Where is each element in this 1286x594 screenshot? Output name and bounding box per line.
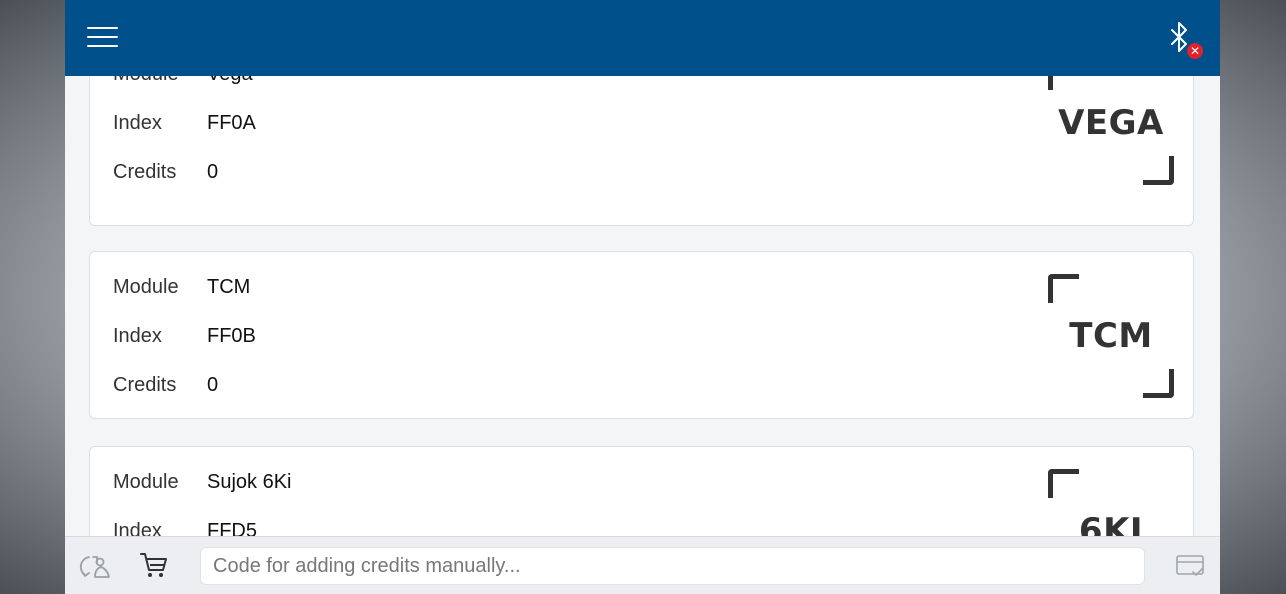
- credits-value: 0: [207, 374, 219, 396]
- credits-value: 0: [207, 161, 219, 183]
- index-row: Index FF0A: [113, 110, 256, 136]
- module-card-vega[interactable]: ModuleVega Index FF0A Credits 0 VEGA: [89, 76, 1194, 226]
- index-value: FFD5: [207, 520, 257, 536]
- sync-button[interactable]: [79, 551, 113, 581]
- module-row: Module TCM: [113, 274, 250, 300]
- apply-code-button[interactable]: [1175, 553, 1207, 579]
- module-row: Module Sujok 6Ki: [113, 469, 292, 495]
- menu-button[interactable]: [87, 25, 119, 49]
- credits-row: Credits 0: [113, 159, 218, 185]
- module-label: Module: [113, 471, 179, 493]
- module-card-tcm[interactable]: Module TCM Index FF0B Credits 0 TCM: [89, 251, 1194, 419]
- index-label: Index: [113, 520, 162, 536]
- index-label: Index: [113, 112, 162, 134]
- module-card-sujok[interactable]: Module Sujok 6Ki Index FFD5 6KI: [89, 446, 1194, 536]
- bottom-toolbar: [65, 536, 1220, 594]
- app-window: ✕ ModuleVega IndexFF0A Credits0 VEGA Mod…: [65, 0, 1220, 594]
- error-x-icon: ✕: [1187, 43, 1203, 59]
- index-row: Index FFD5: [113, 518, 257, 536]
- cart-button[interactable]: [139, 550, 169, 580]
- module-logo-text: 6KI: [1078, 511, 1144, 536]
- index-label: Index: [113, 325, 162, 347]
- module-value: Sujok 6Ki: [207, 471, 292, 493]
- module-logo: 6KI: [1048, 469, 1174, 536]
- index-value: FF0B: [207, 325, 256, 347]
- module-logo: VEGA: [1048, 76, 1174, 185]
- cart-icon: [140, 553, 167, 577]
- module-row: ModuleVega: [113, 76, 253, 87]
- credits-label: Credits: [113, 161, 177, 183]
- credits-row: Credits 0: [113, 372, 218, 398]
- module-list[interactable]: ModuleVega IndexFF0A Credits0 VEGA Modul…: [65, 76, 1220, 536]
- module-value: TCM: [207, 276, 251, 298]
- index-value: FF0A: [207, 112, 256, 134]
- top-app-bar: ✕: [65, 0, 1220, 76]
- module-label: Module: [113, 76, 207, 87]
- module-label: Module: [113, 276, 179, 298]
- module-logo: TCM: [1048, 274, 1174, 398]
- module-logo-text: VEGA: [1058, 103, 1164, 143]
- credit-card-check-icon: [1176, 555, 1204, 576]
- credit-code-input[interactable]: [200, 547, 1145, 585]
- bluetooth-button[interactable]: ✕: [1165, 20, 1207, 62]
- credits-label: Credits: [113, 374, 177, 396]
- sync-icon: [79, 556, 110, 578]
- index-row: Index FF0B: [113, 323, 256, 349]
- module-logo-text: TCM: [1069, 316, 1153, 356]
- module-value: Vega: [207, 76, 253, 85]
